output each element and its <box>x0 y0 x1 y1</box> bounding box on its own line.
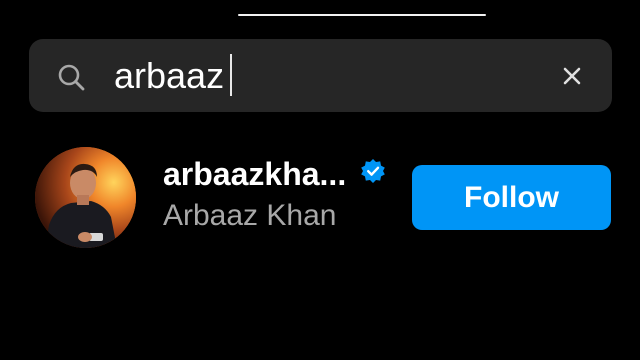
search-result-username-row[interactable]: arbaazkha... <box>163 152 386 196</box>
close-icon[interactable] <box>557 61 587 91</box>
search-icon <box>58 64 85 91</box>
tab-indicator <box>238 14 486 16</box>
result-full-name: Arbaaz Khan <box>163 199 337 232</box>
result-username[interactable]: arbaazkha... <box>163 156 346 193</box>
follow-button[interactable]: Follow <box>412 165 611 230</box>
search-input[interactable]: arbaaz <box>114 50 534 102</box>
search-query-text: arbaaz <box>114 55 225 96</box>
text-cursor <box>230 54 233 97</box>
profile-photo <box>35 147 136 248</box>
avatar[interactable] <box>35 147 136 248</box>
verified-badge-icon <box>361 159 386 183</box>
